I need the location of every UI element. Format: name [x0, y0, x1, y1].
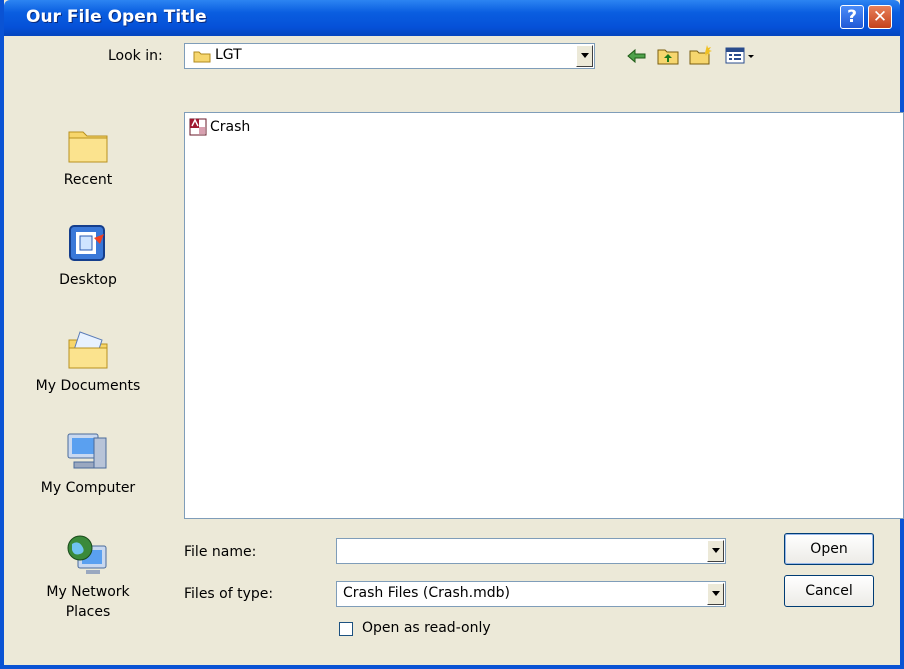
- list-item[interactable]: Crash: [189, 118, 250, 136]
- file-name-label: File name:: [184, 544, 257, 560]
- new-folder-icon[interactable]: [688, 44, 714, 66]
- back-arrow-icon[interactable]: [626, 47, 648, 65]
- place-label-line1: My Network: [46, 584, 130, 600]
- place-label-line2: Places: [65, 604, 111, 620]
- my-documents-icon: [68, 331, 108, 369]
- file-type-label: Files of type:: [184, 586, 274, 602]
- up-folder-icon[interactable]: [656, 46, 680, 66]
- read-only-checkbox[interactable]: [339, 622, 353, 636]
- place-label: My Documents: [35, 378, 141, 394]
- place-label: My Computer: [40, 480, 136, 496]
- chevron-down-icon[interactable]: [576, 45, 593, 67]
- file-list[interactable]: Crash: [184, 112, 904, 519]
- read-only-label: Open as read-only: [362, 620, 491, 636]
- look-in-label: Look in:: [108, 48, 163, 64]
- views-menu-icon[interactable]: [724, 46, 758, 66]
- open-button[interactable]: Open: [784, 533, 874, 565]
- file-name: Crash: [210, 119, 251, 135]
- look-in-dropdown[interactable]: LGT: [184, 43, 595, 69]
- chevron-down-icon[interactable]: [707, 540, 724, 562]
- folder-icon: [193, 51, 211, 63]
- recent-folder-icon: [68, 131, 108, 163]
- my-computer-icon: [67, 433, 107, 469]
- place-label: Recent: [63, 172, 113, 188]
- access-db-icon: [189, 118, 207, 136]
- chevron-down-icon[interactable]: [707, 583, 724, 605]
- cancel-button[interactable]: Cancel: [784, 575, 874, 607]
- places-bar: Recent Desktop My Documents My Computer …: [8, 104, 168, 624]
- place-my-documents[interactable]: My Documents: [8, 326, 168, 396]
- place-my-network-places[interactable]: My Network Places: [8, 532, 168, 622]
- place-my-computer[interactable]: My Computer: [8, 428, 168, 498]
- file-open-dialog: Our File Open Title ? ✕ Look in: LGT Rec…: [0, 0, 904, 669]
- place-recent[interactable]: Recent: [8, 120, 168, 190]
- close-button[interactable]: ✕: [868, 5, 892, 29]
- title-bar[interactable]: Our File Open Title ? ✕: [4, 0, 900, 36]
- place-desktop[interactable]: Desktop: [8, 220, 168, 290]
- file-type-value: Crash Files (Crash.mdb): [343, 585, 510, 601]
- network-places-icon: [67, 535, 107, 574]
- file-type-dropdown[interactable]: Crash Files (Crash.mdb): [336, 581, 726, 607]
- file-name-field[interactable]: [336, 538, 726, 564]
- dialog-title: Our File Open Title: [26, 7, 207, 27]
- help-button[interactable]: ?: [840, 5, 864, 29]
- desktop-icon: [69, 225, 105, 261]
- look-in-value: LGT: [215, 47, 242, 63]
- place-label: Desktop: [59, 272, 117, 288]
